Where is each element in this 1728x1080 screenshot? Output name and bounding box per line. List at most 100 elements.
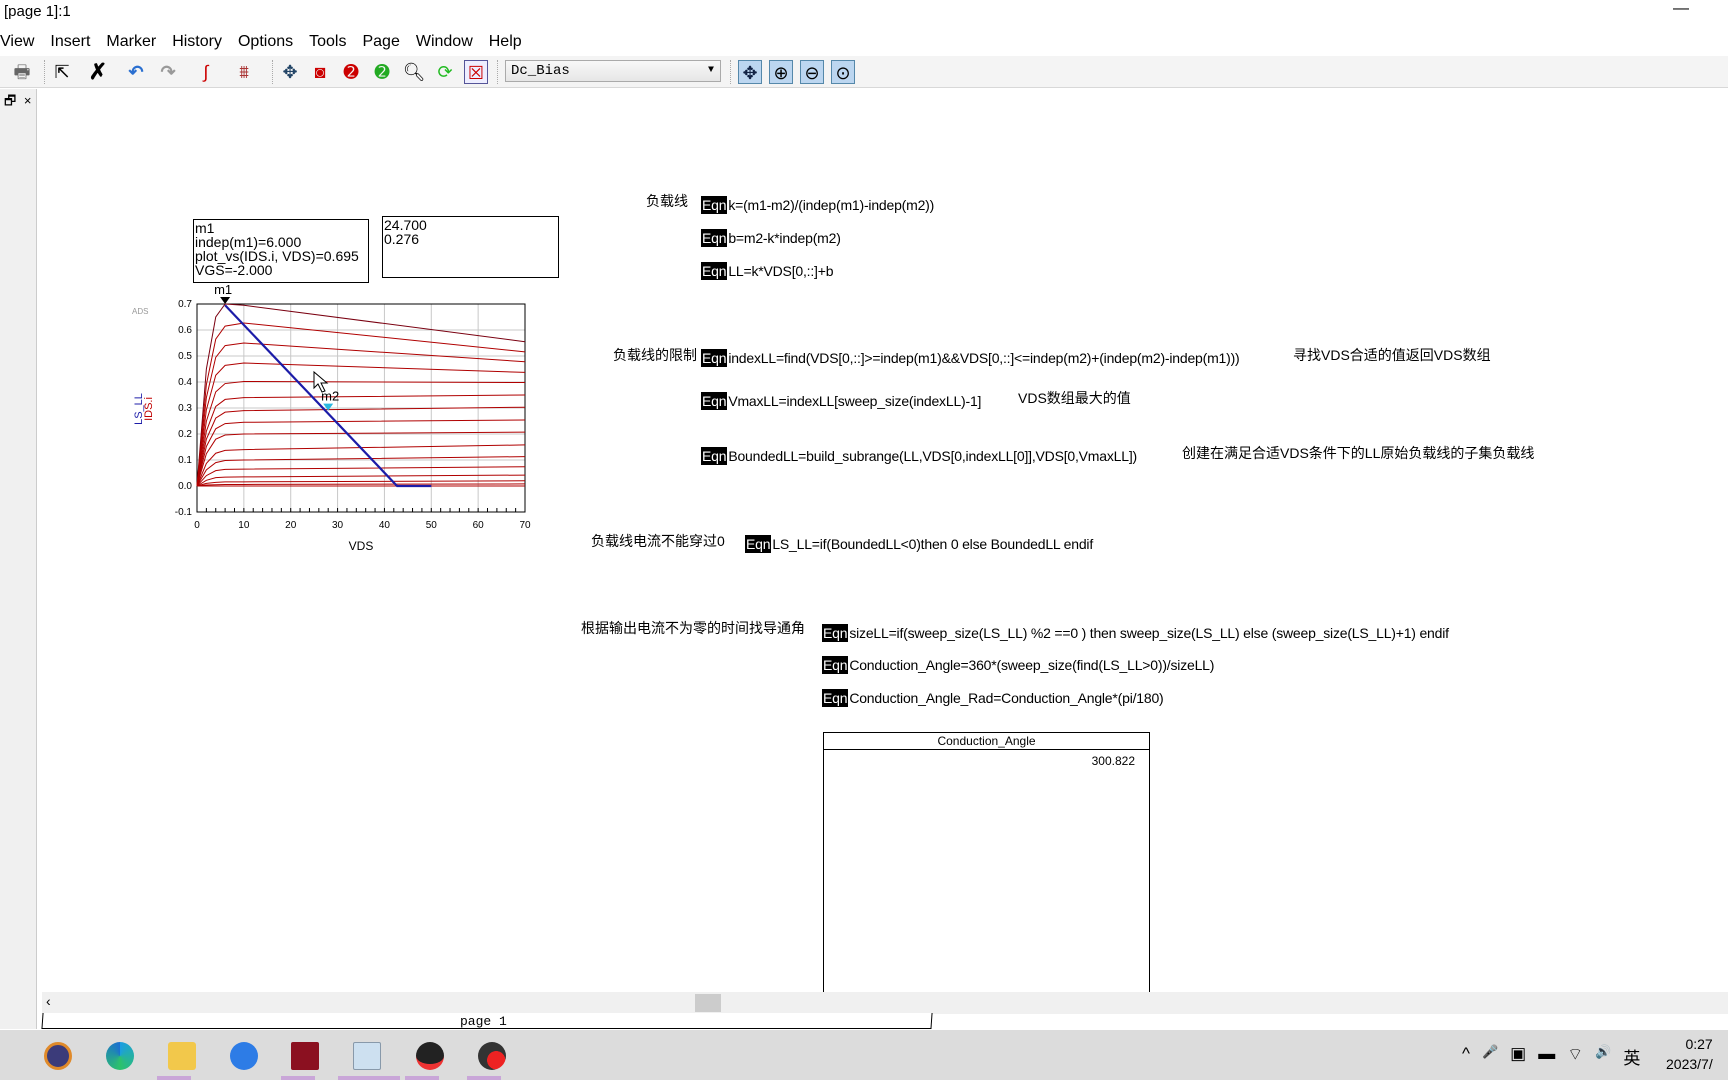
- eqn-badge: Eqn: [701, 349, 728, 367]
- menu-bar: View Insert Marker History Options Tools…: [0, 30, 1728, 56]
- menu-page[interactable]: Page: [354, 30, 407, 56]
- zoom-box-icon[interactable]: ◙: [308, 60, 332, 84]
- x-tick-label: 70: [519, 520, 531, 531]
- marker-m1-icon: [220, 297, 231, 304]
- equation-ll[interactable]: Eqn LL=k*VDS[0,::]+b: [701, 261, 833, 281]
- eq-label: 负载线电流不能穿过0: [591, 533, 725, 549]
- redo-icon[interactable]: ↷: [156, 60, 180, 84]
- menu-options[interactable]: Options: [230, 30, 301, 56]
- scrollbar-thumb[interactable]: [695, 994, 721, 1012]
- display-icon[interactable]: ▣: [1510, 1044, 1526, 1069]
- delete-x-icon[interactable]: ✗: [86, 60, 110, 84]
- obs-icon[interactable]: [478, 1042, 506, 1070]
- close-icon[interactable]: ×: [24, 93, 32, 108]
- ads-icon[interactable]: [353, 1042, 381, 1070]
- menu-history[interactable]: History: [164, 30, 230, 56]
- equation-sizell[interactable]: Eqn sizeLL=if(sweep_size(LS_LL) %2 ==0 ) …: [822, 623, 1449, 643]
- menu-tools[interactable]: Tools: [301, 30, 354, 56]
- x-axis-label: VDS: [349, 539, 374, 553]
- ads-watermark: ADS: [132, 307, 148, 316]
- save-icon[interactable]: ▌: [0, 60, 10, 84]
- equation-boundedll[interactable]: Eqn BoundedLL=build_subrange(LL,VDS[0,ind…: [701, 446, 1137, 466]
- restore-icon[interactable]: 🗗: [4, 93, 16, 108]
- marker-m1-label: m1: [214, 282, 232, 297]
- wifi-icon[interactable]: ⌔: [1567, 1044, 1583, 1069]
- eq-comment: 创建在满足合适VDS条件下的LL原始负载线的子集负载线: [1182, 445, 1535, 461]
- menu-marker[interactable]: Marker: [98, 30, 164, 56]
- eq-label: 负载线: [646, 193, 688, 209]
- eqn-badge: Eqn: [701, 392, 728, 410]
- menu-help[interactable]: Help: [481, 30, 530, 56]
- refresh-icon[interactable]: ⟳: [433, 60, 457, 84]
- select-arrow-icon[interactable]: ⇱: [50, 60, 74, 84]
- m2-x: 24.700: [384, 217, 427, 233]
- print-icon[interactable]: 🖶: [10, 60, 34, 84]
- microphone-icon[interactable]: 🎤: [1482, 1044, 1498, 1069]
- trace-icon[interactable]: ∫: [194, 60, 218, 84]
- fit-icon[interactable]: ✥: [738, 60, 762, 84]
- y-tick-label: 0.3: [178, 403, 192, 414]
- clear-icon[interactable]: ☒: [464, 60, 488, 84]
- eqn-badge: Eqn: [701, 262, 728, 280]
- equation-conduction-angle-rad[interactable]: Eqn Conduction_Angle_Rad=Conduction_Angle…: [822, 688, 1164, 708]
- horizontal-scrollbar[interactable]: ‹: [42, 992, 1728, 1014]
- eqn-badge: Eqn: [701, 196, 728, 214]
- m2-readout[interactable]: 24.700 0.276: [382, 216, 559, 278]
- show-hidden-icon[interactable]: ^: [1462, 1044, 1470, 1069]
- m1-name: m1: [195, 220, 215, 236]
- eq-label: 负载线的限制: [613, 347, 697, 363]
- equation-b[interactable]: Eqn b=m2-k*indep(m2): [701, 228, 841, 248]
- clock[interactable]: 0:27 2023/7/: [1666, 1034, 1713, 1074]
- input-method-icon[interactable]: 英: [1623, 1044, 1640, 1069]
- plot-icon[interactable]: ⩩: [232, 60, 256, 84]
- undo-icon[interactable]: ↶: [124, 60, 148, 84]
- zoom-icon[interactable]: 🔍︎: [402, 60, 426, 84]
- zoom-in-2-icon[interactable]: ➋: [339, 60, 363, 84]
- page-tab-label[interactable]: page 1: [460, 1014, 507, 1029]
- x-tick-label: 20: [285, 520, 297, 531]
- equation-text: k=(m1-m2)/(indep(m1)-indep(m2)): [728, 197, 935, 213]
- equation-k[interactable]: Eqn k=(m1-m2)/(indep(m1)-indep(m2)): [701, 195, 934, 215]
- eqn-badge: Eqn: [822, 656, 849, 674]
- m1-readout[interactable]: m1 indep(m1)=6.000 plot_vs(IDS.i, VDS)=0…: [193, 219, 369, 283]
- zoom-in-icon[interactable]: ⊕: [769, 60, 793, 84]
- ltspice-icon[interactable]: [291, 1042, 319, 1070]
- zoom-all-icon[interactable]: ⊙: [831, 60, 855, 84]
- menu-view[interactable]: View: [0, 30, 42, 56]
- minimize-button[interactable]: —: [1668, 0, 1694, 18]
- eqn-badge: Eqn: [701, 229, 728, 247]
- battery-icon[interactable]: ▬: [1538, 1044, 1555, 1069]
- qq-icon[interactable]: [416, 1042, 444, 1070]
- eq-comment: VDS数组最大的值: [1018, 390, 1131, 406]
- y-tick-label: 0.1: [178, 455, 192, 466]
- menu-window[interactable]: Window: [408, 30, 481, 56]
- iv-chart[interactable]: 0 10 20 30 40 50 60 70 -0.1 0.0 0.1 0.2 0.3 0.4 0.5 0.6…: [120, 280, 550, 570]
- edge-icon[interactable]: [106, 1042, 134, 1070]
- equation-text: b=m2-k*indep(m2): [728, 230, 841, 246]
- dataset-select[interactable]: Dc_Bias ▼: [505, 60, 721, 82]
- feishu-icon[interactable]: [230, 1042, 258, 1070]
- eqn-badge: Eqn: [745, 535, 772, 553]
- file-explorer-icon[interactable]: [168, 1042, 196, 1070]
- volume-icon[interactable]: 🔊: [1595, 1044, 1611, 1069]
- conduction-angle-table[interactable]: Conduction_Angle 300.822: [823, 732, 1150, 992]
- eclipse-icon[interactable]: [44, 1042, 72, 1070]
- m1-value: plot_vs(IDS.i, VDS)=0.695: [195, 248, 359, 264]
- equation-indexll[interactable]: Eqn indexLL=find(VDS[0,::]>=indep(m1)&&VD…: [701, 348, 1240, 368]
- equation-vmaxll[interactable]: Eqn VmaxLL=indexLL[sweep_size(indexLL)-1]: [701, 391, 981, 411]
- equation-ls-ll[interactable]: Eqn LS_LL=if(BoundedLL<0)then 0 else Boun…: [745, 534, 1093, 554]
- eq-comment: 寻找VDS合适的值返回VDS数组: [1293, 347, 1491, 363]
- equation-text: VmaxLL=indexLL[sweep_size(indexLL)-1]: [728, 393, 982, 409]
- zoom-out-2-icon[interactable]: ➋: [370, 60, 394, 84]
- x-tick-label: 60: [473, 520, 485, 531]
- x-tick-label: 10: [238, 520, 250, 531]
- y-tick-label: 0.0: [178, 481, 192, 492]
- chevron-down-icon: ▼: [707, 65, 714, 76]
- y-tick-label: 0.2: [178, 429, 192, 440]
- pan-icon[interactable]: ✥: [278, 60, 302, 84]
- equation-conduction-angle[interactable]: Eqn Conduction_Angle=360*(sweep_size(find…: [822, 655, 1214, 675]
- menu-insert[interactable]: Insert: [42, 30, 98, 56]
- zoom-out-icon[interactable]: ⊖: [800, 60, 824, 84]
- scroll-left-icon[interactable]: ‹: [46, 993, 51, 1009]
- y-tick-label: 0.7: [178, 299, 192, 310]
